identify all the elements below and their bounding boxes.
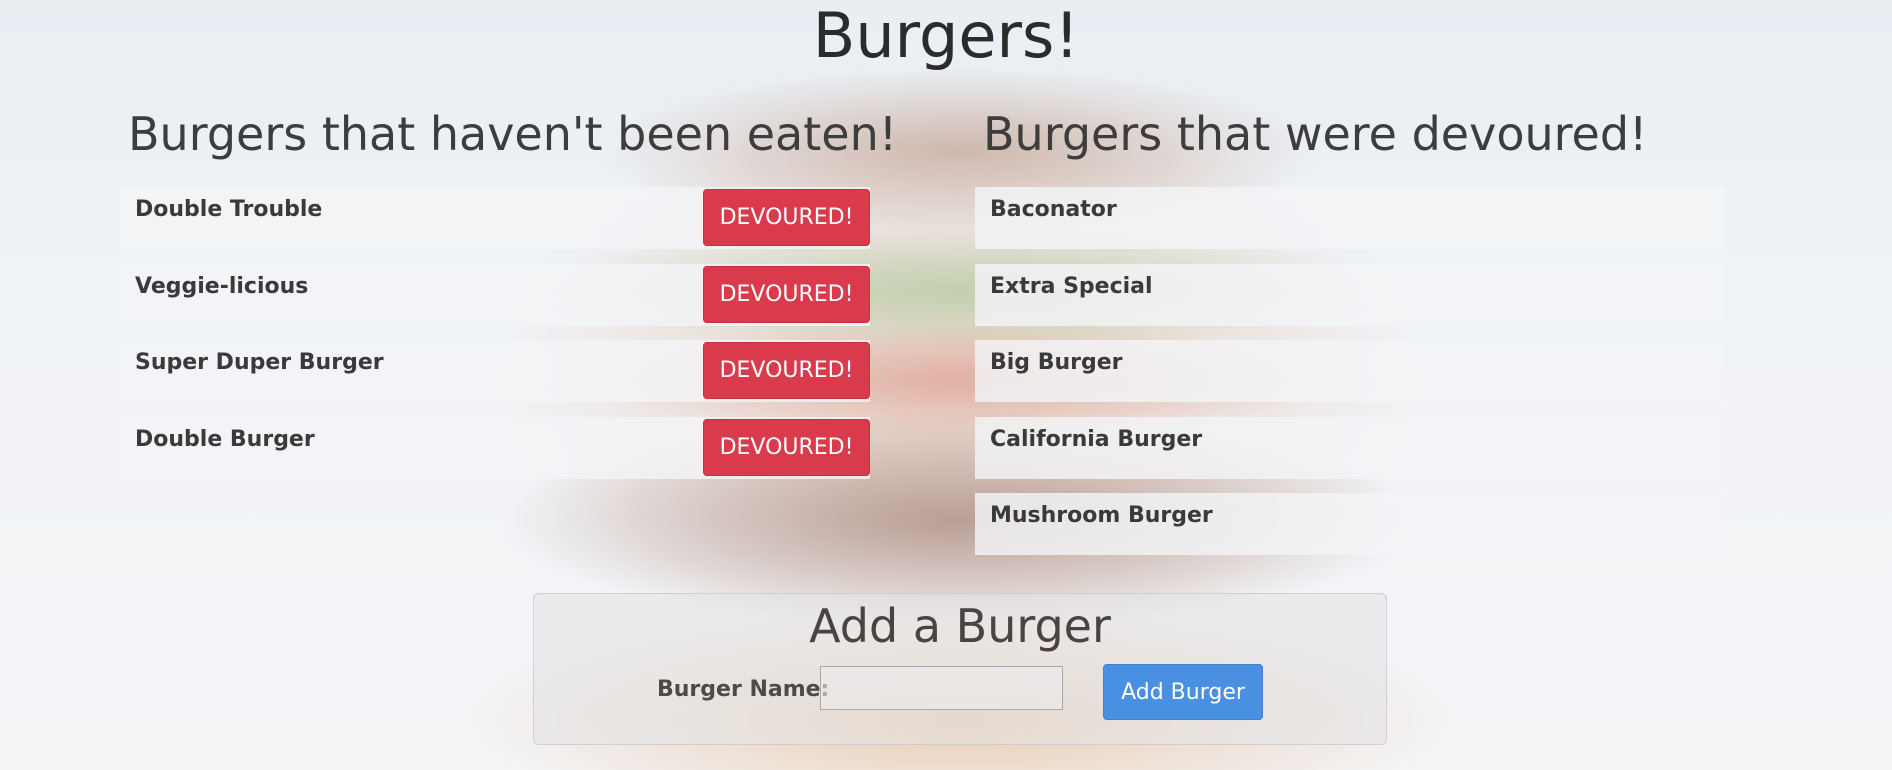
- devoured-item: Mushroom Burger: [975, 493, 1725, 555]
- uneaten-item: Double Burger DEVOURED!: [120, 417, 870, 479]
- add-burger-button[interactable]: Add Burger: [1103, 664, 1263, 720]
- uneaten-item: Double Trouble DEVOURED!: [120, 187, 870, 249]
- uneaten-heading: Burgers that haven't been eaten!: [128, 107, 898, 161]
- devour-button[interactable]: DEVOURED!: [703, 266, 870, 323]
- burger-name: California Burger: [990, 427, 1203, 452]
- burger-name-label: Burger Name:: [657, 677, 830, 702]
- burger-name: Super Duper Burger: [135, 350, 384, 375]
- burger-name: Big Burger: [990, 350, 1123, 375]
- page-title: Burgers!: [812, 0, 1080, 72]
- burger-name: Extra Special: [990, 274, 1153, 299]
- add-burger-form: Add a Burger Burger Name: Add Burger: [533, 593, 1387, 745]
- devoured-item: Big Burger: [975, 340, 1725, 402]
- burger-name: Mushroom Burger: [990, 503, 1213, 528]
- uneaten-item: Super Duper Burger DEVOURED!: [120, 340, 870, 402]
- add-burger-heading: Add a Burger: [809, 599, 1111, 653]
- burger-name: Baconator: [990, 197, 1117, 222]
- burger-name: Double Burger: [135, 427, 315, 452]
- devoured-item: Extra Special: [975, 264, 1725, 326]
- devour-button[interactable]: DEVOURED!: [703, 342, 870, 399]
- devour-button[interactable]: DEVOURED!: [703, 419, 870, 476]
- burger-name-input[interactable]: [820, 666, 1063, 710]
- burger-name: Veggie-licious: [135, 274, 309, 299]
- devoured-item: California Burger: [975, 417, 1725, 479]
- devour-button[interactable]: DEVOURED!: [703, 189, 870, 246]
- burger-name: Double Trouble: [135, 197, 323, 222]
- devoured-heading: Burgers that were devoured!: [983, 107, 1648, 161]
- uneaten-item: Veggie-licious DEVOURED!: [120, 264, 870, 326]
- devoured-item: Baconator: [975, 187, 1725, 249]
